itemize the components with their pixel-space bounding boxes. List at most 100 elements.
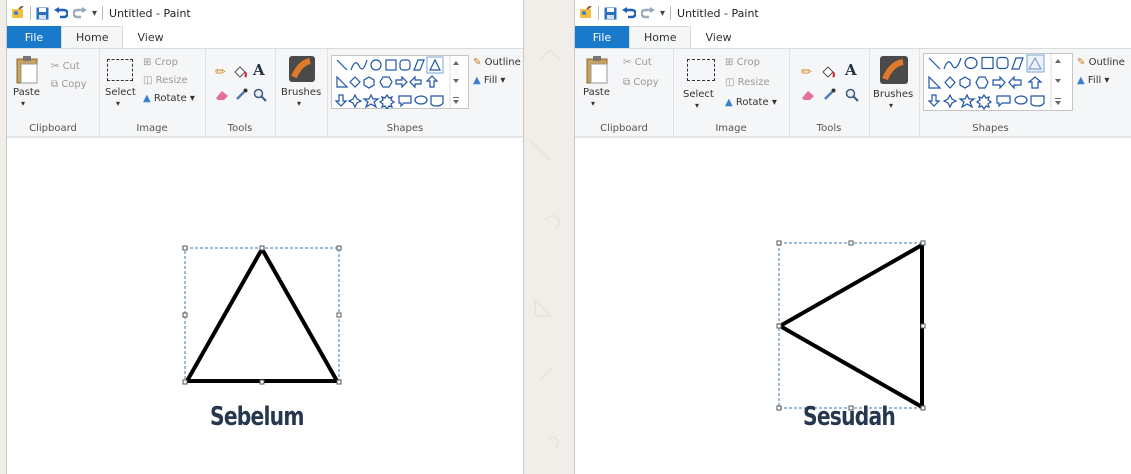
title-bar: ▾ Untitled - Paint [575,0,1131,26]
tools-group: ✏ A Tools [205,49,276,137]
fill-icon: ▲ [473,75,481,86]
outline-button[interactable]: ✎ Outline [1077,57,1125,68]
select-button[interactable]: Select [683,89,714,100]
ribbon-tabs: File Home View [575,26,1131,48]
select-icon[interactable] [107,59,133,81]
magnifier-icon[interactable] [253,88,267,102]
separator [670,6,672,20]
brushes-dropdown-icon[interactable]: ▾ [297,99,301,108]
ribbon-tabs: File Home View [7,26,523,48]
undo-icon[interactable] [54,6,68,20]
fill-icon: ▲ [1077,75,1085,86]
paste-dropdown-icon[interactable]: ▾ [21,99,25,108]
shapes-group: ✎ Outline ▲ Fill ▾ Shapes [327,49,523,137]
resize-button[interactable]: ◫ Resize [143,75,188,86]
paste-icon[interactable] [585,55,611,85]
cut-button[interactable]: ✂ Cut [51,61,80,72]
crop-button[interactable]: ⊞ Crop [143,57,178,68]
selection-handles[interactable] [182,245,342,385]
selection-box [778,242,924,409]
save-icon[interactable] [604,7,617,20]
image-group-label: Image [136,123,168,134]
cut-icon: ✂ [51,61,60,72]
paste-button[interactable]: Paste [13,87,40,98]
pencil-icon[interactable]: ✏ [801,65,812,80]
selection-box [184,247,340,383]
clipboard-group-label: Clipboard [600,123,648,134]
select-dropdown-icon[interactable]: ▾ [695,101,699,110]
resize-button[interactable]: ◫ Resize [725,77,770,88]
tab-view[interactable]: View [691,26,745,48]
title-bar: ▾ Untitled - Paint [7,0,523,26]
save-icon[interactable] [36,7,49,20]
outline-button[interactable]: ✎ Outline [473,57,521,68]
text-tool-icon[interactable]: A [253,61,265,79]
tools-group-label: Tools [227,123,253,134]
drawing-canvas[interactable]: Sebelum [7,138,523,474]
select-dropdown-icon[interactable]: ▾ [116,99,120,108]
resize-icon: ◫ [143,75,153,86]
customize-quick-access-icon[interactable]: ▾ [92,8,97,19]
fill-button[interactable]: ▲ Fill ▾ [1077,75,1109,86]
brushes-icon[interactable] [879,55,909,87]
brushes-dropdown-icon[interactable]: ▾ [889,101,893,110]
shapes-gallery[interactable] [331,55,469,109]
outline-icon: ✎ [1077,57,1086,68]
rotate-icon: ▲ [725,97,733,108]
shapes-gallery[interactable] [923,53,1073,111]
redo-icon[interactable] [73,6,87,20]
paint-app-icon [12,6,24,18]
copy-icon: ⧉ [51,79,59,90]
cut-button[interactable]: ✂ Cut [623,57,652,68]
crop-icon: ⊞ [725,57,734,68]
separator [102,6,104,20]
copy-button[interactable]: ⧉ Copy [51,79,87,90]
paste-icon[interactable] [15,55,41,85]
tab-home[interactable]: Home [61,26,124,48]
paste-dropdown-icon[interactable]: ▾ [591,99,595,108]
rotate-button[interactable]: ▲ Rotate ▾ [725,97,777,108]
paint-window-before: ▾ Untitled - Paint File Home View Paste … [6,0,524,474]
resize-icon: ◫ [725,77,735,88]
redo-icon[interactable] [641,6,655,20]
separator [30,6,31,20]
magnifier-icon[interactable] [845,88,859,102]
brushes-button[interactable]: Brushes [281,87,321,98]
tab-file[interactable]: File [7,26,61,48]
triangle-outline [778,243,924,409]
shapes-group: ✎ Outline ▲ Fill ▾ Shapes [919,49,1131,137]
eraser-icon[interactable] [801,89,815,101]
drawing-canvas[interactable]: Sesudah [575,138,1131,474]
tab-view[interactable]: View [123,26,177,48]
ribbon: Paste ▾ ✂ Cut ⧉ Copy Clipboard Select ▾ … [575,48,1131,138]
color-picker-icon[interactable] [235,88,248,101]
tab-file[interactable]: File [575,26,629,48]
crop-icon: ⊞ [143,57,152,68]
customize-quick-access-icon[interactable]: ▾ [660,8,665,19]
color-picker-icon[interactable] [823,88,836,101]
select-button[interactable]: Select [105,87,136,98]
select-icon[interactable] [687,59,715,81]
fill-button[interactable]: ▲ Fill ▾ [473,75,505,86]
text-tool-icon[interactable]: A [845,61,857,79]
eraser-icon[interactable] [215,89,229,101]
copy-icon: ⧉ [623,77,631,88]
paint-app-icon [580,6,592,18]
brushes-icon[interactable] [288,55,316,85]
clipboard-group-label: Clipboard [29,123,77,134]
pencil-icon[interactable]: ✏ [215,65,226,80]
paste-button[interactable]: Paste [583,87,610,98]
selection-handles[interactable] [776,240,926,411]
paint-window-after: ▾ Untitled - Paint File Home View Paste … [574,0,1131,474]
rotate-button[interactable]: ▲ Rotate ▾ [143,93,195,104]
crop-button[interactable]: ⊞ Crop [725,57,760,68]
copy-button[interactable]: ⧉ Copy [623,77,659,88]
fill-bucket-icon[interactable] [233,65,247,79]
fill-bucket-icon[interactable] [821,65,835,79]
brushes-button[interactable]: Brushes [873,89,913,100]
caption-before: Sebelum [210,402,304,432]
brushes-group: Brushes ▾ [275,49,328,137]
window-title: Untitled - Paint [109,6,191,20]
tab-home[interactable]: Home [629,26,692,48]
undo-icon[interactable] [622,6,636,20]
